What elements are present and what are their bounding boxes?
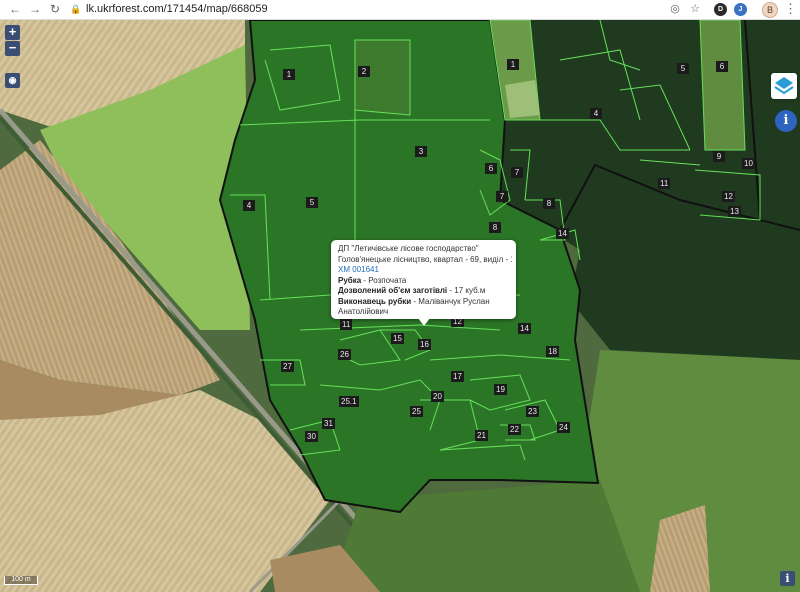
popup-executor-cont: Анатолійович <box>338 307 389 316</box>
parcel-label[interactable]: 18 <box>546 346 559 357</box>
parcel-label[interactable]: 10 <box>742 158 755 169</box>
zoom-out-button[interactable]: − <box>5 41 20 56</box>
parcel-label[interactable]: 16 <box>418 339 431 350</box>
popup-executor: Виконавець рубки - Маліванчук Руслан <box>338 296 490 306</box>
browser-toolbar: ← → ↻ 🔒 lk.ukrforest.com/171454/map/6680… <box>0 0 800 20</box>
menu-icon[interactable]: ⋮ <box>784 1 797 16</box>
attribution-button[interactable]: i <box>780 571 795 586</box>
popup-enterprise: ДП "Летичівське лісове господарство" <box>338 244 479 253</box>
parcel-label[interactable]: 6 <box>485 163 497 174</box>
parcel-label[interactable]: 26 <box>338 349 351 360</box>
extension-icon[interactable]: D <box>714 3 727 16</box>
scale-bar: 100 m <box>4 576 38 585</box>
layers-icon <box>774 77 794 95</box>
parcel-label[interactable]: 12 <box>722 191 735 202</box>
parcel-label[interactable]: 25.1 <box>339 396 359 407</box>
address-bar[interactable]: lk.ukrforest.com/171454/map/668059 <box>86 2 268 17</box>
parcel-label[interactable]: 24 <box>557 422 570 433</box>
forward-icon[interactable]: → <box>28 2 42 16</box>
parcel-label[interactable]: 3 <box>415 146 427 157</box>
parcel-label[interactable]: 11 <box>340 319 353 330</box>
parcel-label[interactable]: 30 <box>305 431 318 442</box>
parcel-label[interactable]: 5 <box>677 63 689 74</box>
layers-button[interactable] <box>771 73 797 99</box>
star-icon[interactable]: ☆ <box>688 2 702 16</box>
info-icon[interactable]: i <box>775 110 797 132</box>
parcel-label[interactable]: 23 <box>526 406 539 417</box>
parcel-top-right-6 <box>699 20 746 151</box>
zoom-in-button[interactable]: + <box>5 25 20 40</box>
extension-icon-2[interactable]: J <box>734 3 747 16</box>
parcel-popup: ДП "Летичівське лісове господарство" Гол… <box>331 240 516 319</box>
parcel-2-area <box>354 39 411 116</box>
parcel-label[interactable]: 2 <box>358 66 370 77</box>
eye-icon[interactable]: ◉ <box>5 73 20 88</box>
parcel-label[interactable]: 17 <box>451 371 464 382</box>
parcel-label[interactable]: 7 <box>511 167 523 178</box>
lock-icon[interactable]: 🔒 <box>70 3 82 15</box>
parcel-label[interactable]: 13 <box>728 206 741 217</box>
avatar[interactable]: B <box>762 2 778 18</box>
parcel-label[interactable]: 8 <box>489 222 501 233</box>
parcel-label[interactable]: 22 <box>508 424 521 435</box>
clearing <box>505 80 540 118</box>
parcel-label[interactable]: 4 <box>243 200 255 211</box>
parcel-label[interactable]: 8 <box>543 198 555 209</box>
parcel-label[interactable]: 4 <box>590 108 602 119</box>
parcel-label[interactable]: 14 <box>518 323 531 334</box>
popup-tip <box>418 318 430 326</box>
reload-icon[interactable]: ↻ <box>48 2 62 16</box>
parcel-label[interactable]: 7 <box>496 191 508 202</box>
parcel-label[interactable]: 27 <box>281 361 294 372</box>
popup-code-link[interactable]: ХМ 001641 <box>338 265 512 276</box>
parcel-label[interactable]: 9 <box>713 151 725 162</box>
location-icon[interactable]: ◎ <box>668 2 682 16</box>
popup-felling: Рубка - Розпочата <box>338 275 407 285</box>
parcel-label[interactable]: 14 <box>556 228 569 239</box>
parcel-label[interactable]: 15 <box>391 333 404 344</box>
parcel-label[interactable]: 21 <box>475 430 488 441</box>
popup-volume: Дозволений об'єм заготівлі - 17 куб.м <box>338 286 486 295</box>
parcel-label[interactable]: 5 <box>306 197 318 208</box>
popup-location: Голов'янецьке лісництво, квартал - 69, в… <box>338 254 512 264</box>
parcel-label[interactable]: 1 <box>507 59 519 70</box>
parcel-label[interactable]: 19 <box>494 384 507 395</box>
parcel-label[interactable]: 25 <box>410 406 423 417</box>
back-icon[interactable]: ← <box>8 2 22 16</box>
parcel-label[interactable]: 6 <box>716 61 728 72</box>
parcel-label[interactable]: 31 <box>322 418 335 429</box>
parcel-label[interactable]: 1 <box>283 69 295 80</box>
parcel-label[interactable]: 20 <box>431 391 444 402</box>
parcel-label[interactable]: 11 <box>658 178 671 189</box>
